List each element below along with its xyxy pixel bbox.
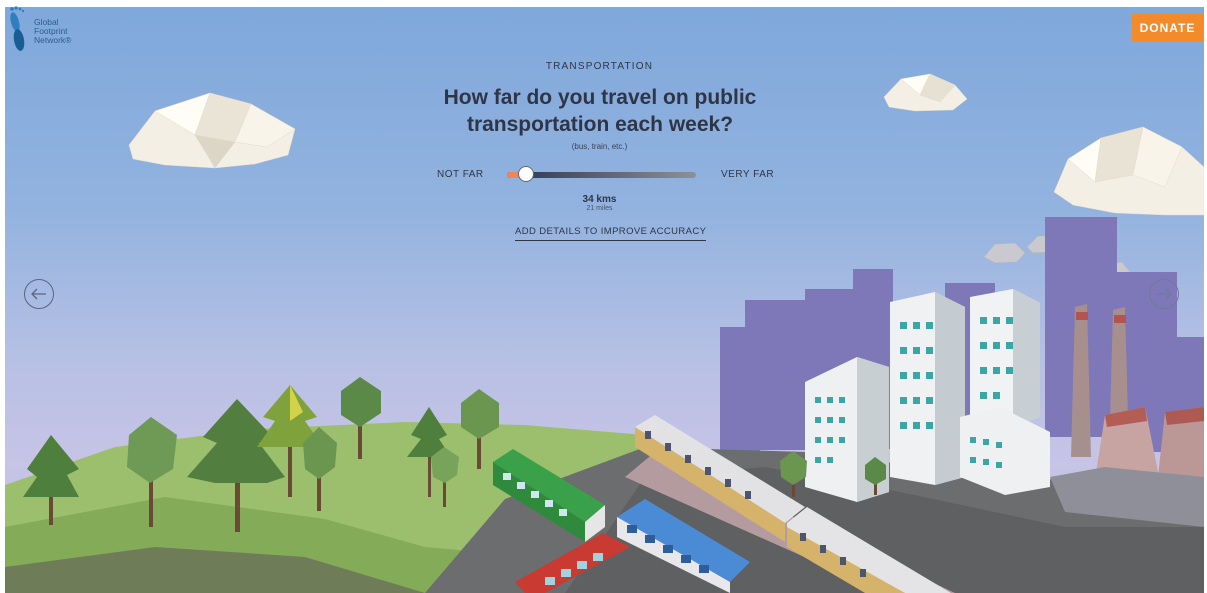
global-footprint-network-logo[interactable]: Global Footprint Network® [4, 2, 84, 58]
footprint-icon [10, 6, 25, 51]
cloud-mid [883, 73, 968, 112]
arrow-right-icon [1157, 288, 1172, 300]
arrow-left-icon [31, 288, 46, 300]
slider-value-km: 34 kms [582, 194, 617, 205]
slider-max-label: VERY FAR [721, 169, 775, 180]
logo-wordmark: Global Footprint Network® [34, 18, 71, 45]
slider-min-label: NOT FAR [437, 169, 484, 180]
question-subtitle: (bus, train, etc.) [571, 142, 628, 151]
slider-value-miles: 21 miles [586, 205, 613, 212]
next-button[interactable] [1149, 279, 1179, 309]
slider-thumb[interactable] [517, 166, 534, 182]
previous-button[interactable] [24, 279, 54, 309]
donate-button[interactable]: DONATE [1132, 14, 1203, 42]
question-title: How far do you travel on public transpor… [443, 86, 757, 136]
question-category: TRANSPORTATION [545, 61, 654, 72]
logo-line-3: Network® [34, 35, 72, 45]
cloud-left [128, 92, 296, 169]
add-details-link[interactable]: ADD DETAILS TO IMPROVE ACCURACY [515, 226, 707, 241]
distance-slider[interactable] [507, 166, 696, 182]
